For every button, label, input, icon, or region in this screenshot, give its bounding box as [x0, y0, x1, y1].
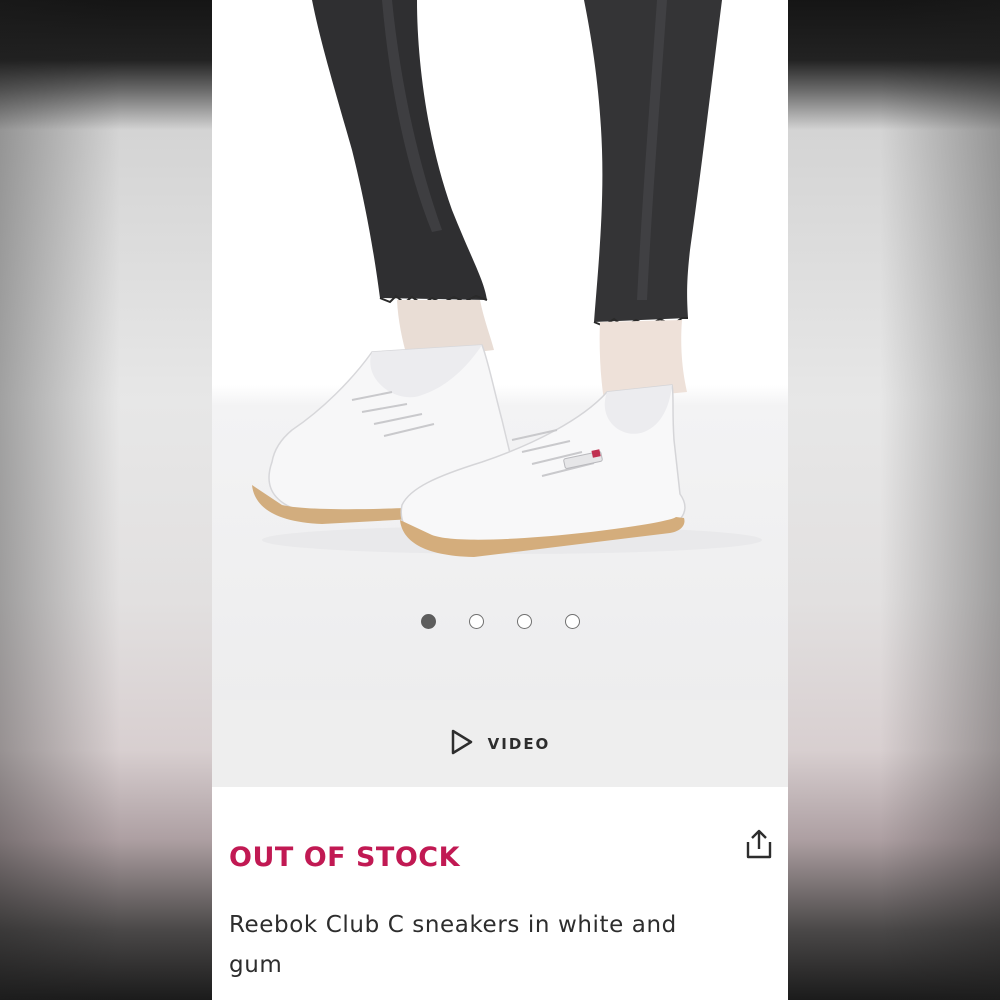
gallery-dot-3[interactable]: [516, 614, 532, 629]
gallery-dot-2[interactable]: [468, 614, 484, 629]
product-page: VIDEO OUT OF STOCK Reebok Club C sneaker…: [212, 0, 788, 1000]
share-button[interactable]: [742, 827, 776, 861]
share-icon: [746, 829, 772, 859]
product-image-gallery[interactable]: [212, 0, 788, 700]
gallery-dot-1[interactable]: [420, 614, 436, 629]
screen: VIDEO OUT OF STOCK Reebok Club C sneaker…: [0, 0, 1000, 1000]
gallery-dot-4[interactable]: [564, 614, 580, 629]
video-label: VIDEO: [487, 734, 551, 753]
product-name: Reebok Club C sneakers in white and gum: [229, 912, 677, 978]
stock-status: OUT OF STOCK: [229, 842, 461, 873]
video-button[interactable]: VIDEO: [212, 700, 788, 787]
product-photo: [252, 0, 762, 557]
play-icon: [450, 729, 474, 759]
gallery-pagination: [212, 614, 788, 629]
